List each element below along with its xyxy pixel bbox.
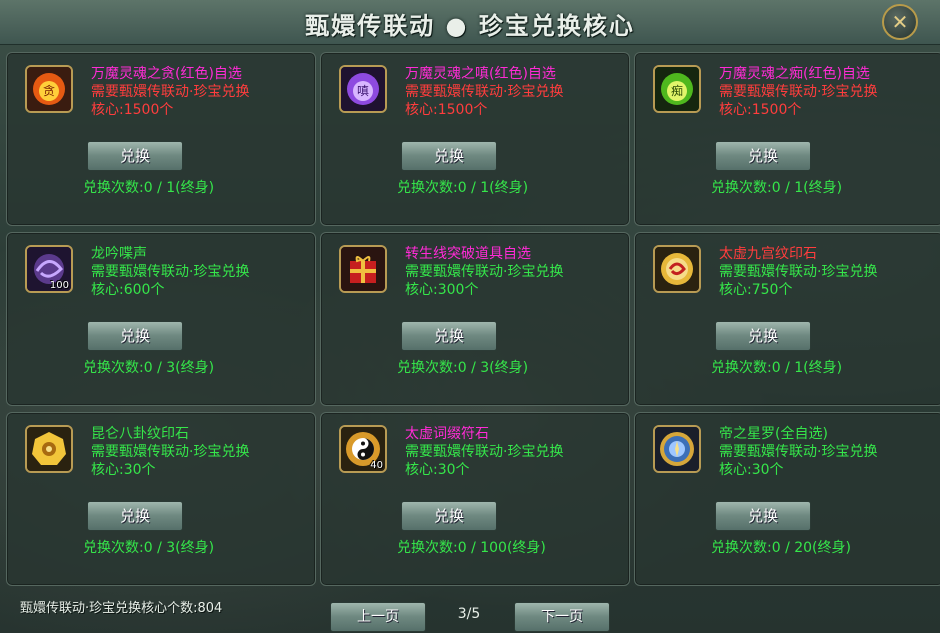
item-requirement: 需要甄嬛传联动·珍宝兑换 核心:600个 — [91, 263, 307, 299]
yinyang-rune-icon[interactable]: 40 — [339, 425, 387, 473]
item-requirement: 需要甄嬛传联动·珍宝兑换 核心:1500个 — [405, 83, 621, 119]
prev-page-button[interactable]: 上一页 — [330, 602, 426, 632]
item-name: 万魔灵魂之痴(红色)自选 — [719, 66, 870, 82]
requirement-line: 需要甄嬛传联动·珍宝兑换 — [719, 84, 878, 100]
exchange-count: 兑换次数:0 / 3(终身) — [83, 360, 215, 376]
requirement-cost: 核心:30个 — [405, 462, 470, 478]
exchange-item: 40 太虚词缀符石 需要甄嬛传联动·珍宝兑换 核心:30个 兑换 兑换次数:0 /… — [320, 412, 630, 586]
requirement-cost: 核心:1500个 — [719, 102, 802, 118]
seal-stone-icon[interactable] — [653, 245, 701, 293]
requirement-line: 需要甄嬛传联动·珍宝兑换 — [91, 84, 250, 100]
requirement-cost: 核心:300个 — [405, 282, 479, 298]
stack-count: 100 — [49, 280, 69, 291]
exchange-item: 太虚九宫纹印石 需要甄嬛传联动·珍宝兑换 核心:750个 兑换 兑换次数:0 / … — [634, 232, 940, 406]
item-name: 昆仑八卦纹印石 — [91, 426, 189, 442]
window-title: 甄嬛传联动 ● 珍宝兑换核心 — [305, 12, 635, 40]
delusion-soul-icon[interactable]: 痴 — [653, 65, 701, 113]
svg-text:痴: 痴 — [671, 83, 683, 98]
exchange-button[interactable]: 兑换 — [87, 501, 183, 531]
requirement-line: 需要甄嬛传联动·珍宝兑换 — [91, 264, 250, 280]
item-name: 帝之星罗(全自选) — [719, 426, 828, 442]
item-requirement: 需要甄嬛传联动·珍宝兑换 核心:30个 — [405, 443, 621, 479]
anger-soul-icon[interactable]: 嗔 — [339, 65, 387, 113]
dragon-orb-icon[interactable]: 100 — [25, 245, 73, 293]
item-name: 万魔灵魂之嗔(红色)自选 — [405, 66, 556, 82]
exchange-item: 痴 万魔灵魂之痴(红色)自选 需要甄嬛传联动·珍宝兑换 核心:1500个 兑换 兑… — [634, 52, 940, 226]
exchange-button[interactable]: 兑换 — [401, 321, 497, 351]
exchange-button[interactable]: 兑换 — [715, 141, 811, 171]
item-name: 转生线突破道具自选 — [405, 246, 531, 262]
gift-box-icon[interactable] — [339, 245, 387, 293]
page-indicator: 3/5 — [457, 606, 481, 622]
exchange-item: 转生线突破道具自选 需要甄嬛传联动·珍宝兑换 核心:300个 兑换 兑换次数:0 … — [320, 232, 630, 406]
item-requirement: 需要甄嬛传联动·珍宝兑换 核心:1500个 — [91, 83, 307, 119]
requirement-line: 需要甄嬛传联动·珍宝兑换 — [719, 444, 878, 460]
exchange-count: 兑换次数:0 / 1(终身) — [397, 180, 529, 196]
item-requirement: 需要甄嬛传联动·珍宝兑换 核心:300个 — [405, 263, 621, 299]
exchange-count: 兑换次数:0 / 3(终身) — [83, 540, 215, 556]
exchange-count: 兑换次数:0 / 20(终身) — [711, 540, 851, 556]
exchange-button[interactable]: 兑换 — [87, 321, 183, 351]
exchange-button[interactable]: 兑换 — [715, 321, 811, 351]
next-page-button[interactable]: 下一页 — [514, 602, 610, 632]
item-name: 太虚九宫纹印石 — [719, 246, 817, 262]
requirement-line: 需要甄嬛传联动·珍宝兑换 — [405, 264, 564, 280]
core-count-label: 甄嬛传联动·珍宝兑换核心个数:804 — [20, 601, 223, 616]
exchange-item: 100 龙吟喋声 需要甄嬛传联动·珍宝兑换 核心:600个 兑换 兑换次数:0 /… — [6, 232, 316, 406]
exchange-button[interactable]: 兑换 — [401, 501, 497, 531]
svg-text:贪: 贪 — [43, 83, 55, 98]
star-compass-icon[interactable] — [653, 425, 701, 473]
requirement-cost: 核心:30个 — [719, 462, 784, 478]
item-name: 万魔灵魂之贪(红色)自选 — [91, 66, 242, 82]
exchange-item: 帝之星罗(全自选) 需要甄嬛传联动·珍宝兑换 核心:30个 兑换 兑换次数:0 /… — [634, 412, 940, 586]
exchange-button[interactable]: 兑换 — [87, 141, 183, 171]
item-name: 太虚词缀符石 — [405, 426, 489, 442]
exchange-item: 昆仑八卦纹印石 需要甄嬛传联动·珍宝兑换 核心:30个 兑换 兑换次数:0 / 3… — [6, 412, 316, 586]
item-requirement: 需要甄嬛传联动·珍宝兑换 核心:30个 — [91, 443, 307, 479]
exchange-count: 兑换次数:0 / 1(终身) — [711, 360, 843, 376]
requirement-cost: 核心:30个 — [91, 462, 156, 478]
requirement-cost: 核心:750个 — [719, 282, 793, 298]
close-icon: ✕ — [891, 10, 909, 34]
svg-text:嗔: 嗔 — [357, 84, 369, 98]
exchange-item: 嗔 万魔灵魂之嗔(红色)自选 需要甄嬛传联动·珍宝兑换 核心:1500个 兑换 兑… — [320, 52, 630, 226]
requirement-cost: 核心:1500个 — [405, 102, 488, 118]
requirement-line: 需要甄嬛传联动·珍宝兑换 — [91, 444, 250, 460]
item-requirement: 需要甄嬛传联动·珍宝兑换 核心:1500个 — [719, 83, 935, 119]
item-requirement: 需要甄嬛传联动·珍宝兑换 核心:30个 — [719, 443, 935, 479]
bagua-stone-icon[interactable] — [25, 425, 73, 473]
exchange-item: 贪 万魔灵魂之贪(红色)自选 需要甄嬛传联动·珍宝兑换 核心:1500个 兑换 兑… — [6, 52, 316, 226]
close-button[interactable]: ✕ — [882, 4, 918, 40]
item-requirement: 需要甄嬛传联动·珍宝兑换 核心:750个 — [719, 263, 935, 299]
exchange-count: 兑换次数:0 / 100(终身) — [397, 540, 546, 556]
greed-soul-icon[interactable]: 贪 — [25, 65, 73, 113]
exchange-count: 兑换次数:0 / 1(终身) — [711, 180, 843, 196]
exchange-count: 兑换次数:0 / 1(终身) — [83, 180, 215, 196]
requirement-cost: 核心:600个 — [91, 282, 165, 298]
exchange-button[interactable]: 兑换 — [715, 501, 811, 531]
stack-count: 40 — [370, 460, 383, 471]
title-bar: 甄嬛传联动 ● 珍宝兑换核心 ✕ — [0, 0, 940, 45]
requirement-cost: 核心:1500个 — [91, 102, 174, 118]
requirement-line: 需要甄嬛传联动·珍宝兑换 — [405, 444, 564, 460]
exchange-count: 兑换次数:0 / 3(终身) — [397, 360, 529, 376]
requirement-line: 需要甄嬛传联动·珍宝兑换 — [405, 84, 564, 100]
item-name: 龙吟喋声 — [91, 246, 147, 262]
requirement-line: 需要甄嬛传联动·珍宝兑换 — [719, 264, 878, 280]
exchange-button[interactable]: 兑换 — [401, 141, 497, 171]
